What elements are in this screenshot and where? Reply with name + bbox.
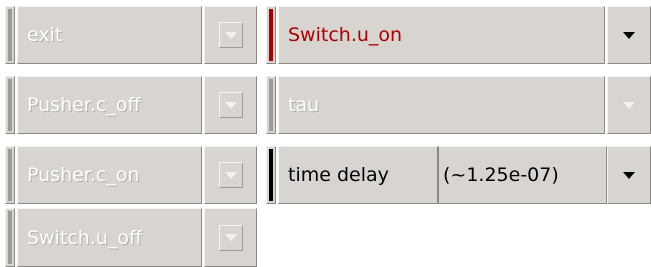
selector-row-exit: exit	[5, 6, 257, 64]
selector-label: exit	[17, 6, 202, 64]
row-indicator	[266, 76, 276, 134]
chevron-down-icon	[224, 101, 237, 109]
row-indicator	[5, 76, 15, 134]
chevron-down-icon	[224, 31, 237, 39]
selector-label: Pusher.c_on	[17, 146, 202, 204]
row-indicator	[5, 146, 15, 204]
chevron-down-icon	[623, 171, 635, 179]
dropdown-button	[204, 76, 257, 134]
selector-row-switch-u-off: Switch.u_off	[5, 208, 257, 267]
dropdown-button[interactable]	[607, 6, 651, 64]
delay-value-readout: (~1.25e-07)	[438, 146, 607, 204]
selector-row-switch-u-on[interactable]: Switch.u_on	[266, 6, 651, 64]
row-indicator	[5, 6, 15, 64]
selector-label: tau	[278, 76, 605, 134]
row-indicator	[266, 6, 276, 64]
selector-label[interactable]: Switch.u_on	[278, 6, 605, 64]
selector-row-tau: tau	[266, 76, 651, 134]
row-indicator	[266, 146, 276, 204]
chevron-down-icon	[623, 101, 635, 109]
selector-label: Pusher.c_off	[17, 76, 202, 134]
chevron-down-icon	[623, 31, 635, 39]
chevron-down-icon	[224, 171, 237, 179]
dropdown-button	[204, 146, 257, 204]
dropdown-button	[204, 6, 257, 64]
selector-row-pusher-c-off: Pusher.c_off	[5, 76, 257, 134]
selector-row-pusher-c-on: Pusher.c_on	[5, 146, 257, 204]
selector-row-time-delay[interactable]: time delay (~1.25e-07)	[266, 146, 651, 204]
row-indicator	[5, 208, 15, 267]
dropdown-button	[607, 76, 651, 134]
dropdown-button	[204, 208, 257, 267]
selector-label[interactable]: time delay	[278, 146, 438, 204]
selector-label: Switch.u_off	[17, 208, 202, 267]
dropdown-button[interactable]	[607, 146, 651, 204]
chevron-down-icon	[224, 234, 237, 241]
